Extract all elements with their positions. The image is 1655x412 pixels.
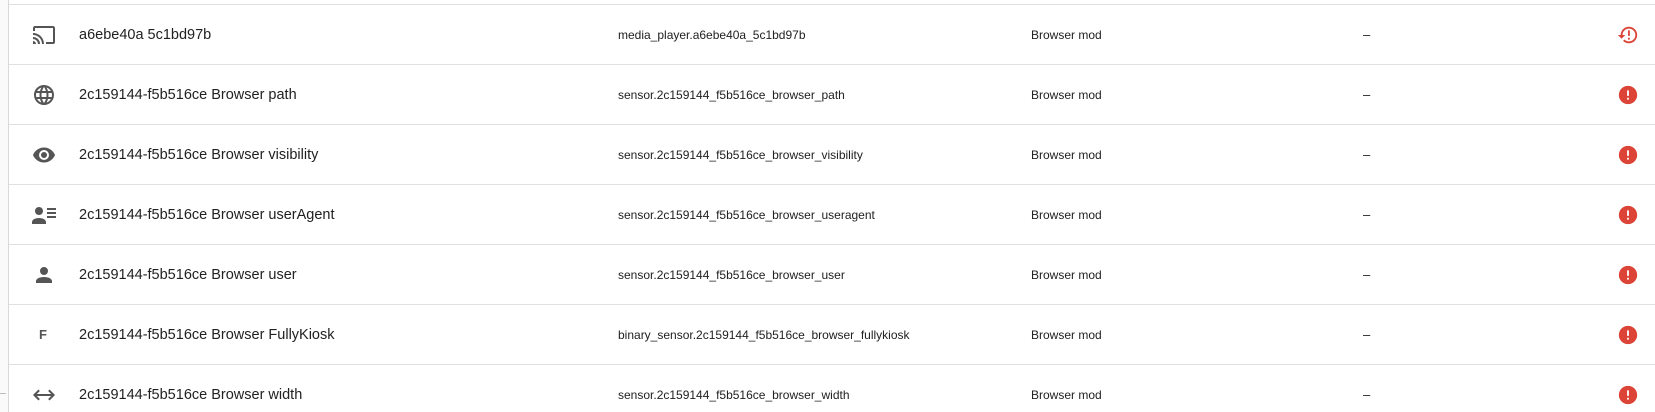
entity-id: sensor.2c159144_f5b516ce_browser_visibil… [618, 148, 863, 162]
entity-integration: Browser mod [1031, 148, 1102, 162]
entity-name: 2c159144-f5b516ce Browser visibility [79, 147, 319, 163]
sidebar-edge-notch [0, 393, 6, 394]
entity-id: media_player.a6ebe40a_5c1bd97b [618, 28, 806, 42]
entity-integration: Browser mod [1031, 328, 1102, 342]
entities-table: a6ebe40a 5c1bd97b media_player.a6ebe40a_… [9, 0, 1655, 412]
entity-area: – [1363, 387, 1371, 402]
restore-alert-icon[interactable] [1617, 24, 1639, 46]
entity-area: – [1363, 27, 1371, 42]
entity-id: sensor.2c159144_f5b516ce_browser_width [618, 388, 850, 402]
entity-name: 2c159144-f5b516ce Browser path [79, 87, 297, 103]
table-row[interactable]: 2c159144-f5b516ce Browser path sensor.2c… [9, 65, 1655, 125]
table-row[interactable]: 2c159144-f5b516ce Browser userAgent sens… [9, 185, 1655, 245]
entity-integration: Browser mod [1031, 28, 1102, 42]
entity-id: sensor.2c159144_f5b516ce_browser_path [618, 88, 845, 102]
entity-integration: Browser mod [1031, 268, 1102, 282]
alert-circle-icon[interactable] [1617, 204, 1639, 226]
globe-icon [32, 83, 56, 107]
entity-name: 2c159144-f5b516ce Browser userAgent [79, 207, 335, 223]
entities-page: a6ebe40a 5c1bd97b media_player.a6ebe40a_… [0, 0, 1655, 412]
entity-area: – [1363, 147, 1371, 162]
cast-icon [32, 23, 56, 47]
table-body: a6ebe40a 5c1bd97b media_player.a6ebe40a_… [9, 5, 1655, 412]
table-row[interactable]: a6ebe40a 5c1bd97b media_player.a6ebe40a_… [9, 5, 1655, 65]
entity-area: – [1363, 267, 1371, 282]
alert-circle-icon[interactable] [1617, 84, 1639, 106]
account-details-icon [32, 203, 56, 227]
arrow-left-right-icon [32, 383, 56, 407]
sidebar-edge [0, 0, 9, 412]
entity-id: sensor.2c159144_f5b516ce_browser_user [618, 268, 845, 282]
entity-name: 2c159144-f5b516ce Browser user [79, 267, 297, 283]
alert-circle-icon[interactable] [1617, 144, 1639, 166]
table-row[interactable]: 2c159144-f5b516ce Browser width sensor.2… [9, 365, 1655, 412]
alert-circle-icon[interactable] [1617, 384, 1639, 406]
entity-name: a6ebe40a 5c1bd97b [79, 27, 212, 43]
entity-area: – [1363, 327, 1371, 342]
table-row[interactable]: 2c159144-f5b516ce Browser visibility sen… [9, 125, 1655, 185]
letter-f-icon: F [39, 327, 47, 342]
entity-integration: Browser mod [1031, 208, 1102, 222]
table-row[interactable]: F 2c159144-f5b516ce Browser FullyKiosk b… [9, 305, 1655, 365]
entity-id: sensor.2c159144_f5b516ce_browser_userage… [618, 208, 875, 222]
entity-area: – [1363, 87, 1371, 102]
table-row[interactable]: 2c159144-f5b516ce Browser user sensor.2c… [9, 245, 1655, 305]
eye-icon [32, 143, 56, 167]
entity-name: 2c159144-f5b516ce Browser width [79, 387, 303, 403]
alert-circle-icon[interactable] [1617, 324, 1639, 346]
entity-integration: Browser mod [1031, 88, 1102, 102]
entity-area: – [1363, 207, 1371, 222]
entity-integration: Browser mod [1031, 388, 1102, 402]
account-icon [32, 263, 56, 287]
alert-circle-icon[interactable] [1617, 264, 1639, 286]
entity-id: binary_sensor.2c159144_f5b516ce_browser_… [618, 328, 910, 342]
entity-name: 2c159144-f5b516ce Browser FullyKiosk [79, 327, 335, 343]
